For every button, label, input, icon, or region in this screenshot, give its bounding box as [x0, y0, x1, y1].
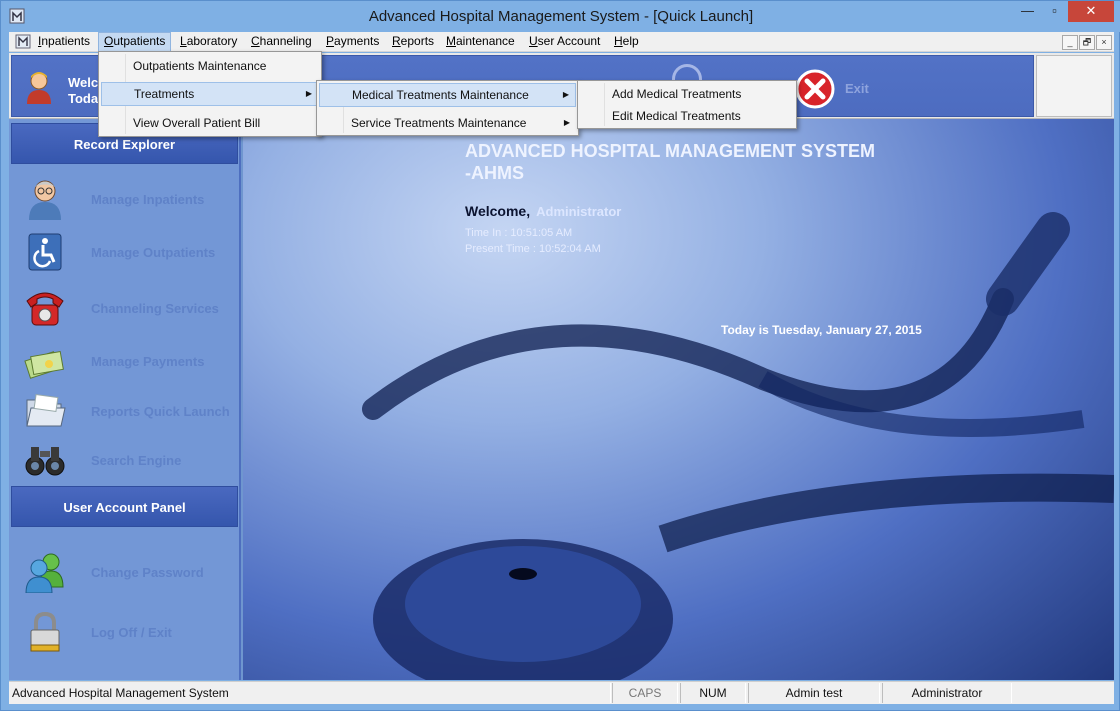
- sidebar-item-log-off-exit[interactable]: Log Off / Exit: [19, 607, 239, 657]
- outpatients-menu: Outpatients Maintenance Treatments ▶ View…: [98, 51, 322, 137]
- maximize-button[interactable]: ▫: [1041, 1, 1068, 22]
- sidebar: Record Explorer Manage Inpatients Manage…: [9, 119, 241, 680]
- binoculars-icon: [25, 447, 65, 476]
- welcome-username: Administrator: [536, 204, 622, 219]
- status-caps: CAPS: [612, 683, 678, 703]
- mdi-child-icon[interactable]: [15, 34, 31, 49]
- welcome-line: Welcome, Administrator: [465, 203, 621, 219]
- system-title: ADVANCED HOSPITAL MANAGEMENT SYSTEM -AHM…: [465, 141, 876, 183]
- sidebar-label: Channeling Services: [91, 301, 219, 316]
- status-num: NUM: [680, 683, 746, 703]
- today-date: Today is Tuesday, January 27, 2015: [721, 323, 922, 337]
- sidebar-item-search-engine[interactable]: Search Engine: [19, 435, 239, 485]
- submenu-arrow-icon: ▶: [563, 118, 570, 127]
- title-bar[interactable]: Advanced Hospital Management System - [Q…: [1, 1, 1120, 32]
- time-in: Time In : 10:51:05 AM: [465, 227, 573, 239]
- status-role: Administrator: [882, 683, 1012, 703]
- sidebar-label: Change Password: [91, 565, 204, 580]
- users-icon: [25, 553, 64, 593]
- minimize-button[interactable]: —: [1014, 1, 1041, 22]
- sidebar-label: Log Off / Exit: [91, 625, 172, 640]
- menu-payments[interactable]: Payments: [321, 32, 384, 52]
- padlock-icon: [30, 611, 60, 652]
- header-right-panel: [1036, 55, 1112, 117]
- menu-channeling[interactable]: Channeling: [246, 32, 317, 52]
- menu-bar: Inpatients Outpatients Laboratory Channe…: [9, 32, 1114, 52]
- close-button[interactable]: ✕: [1068, 1, 1114, 22]
- sidebar-label: Search Engine: [91, 453, 182, 468]
- sidebar-item-manage-payments[interactable]: Manage Payments: [19, 336, 239, 386]
- app-window: Advanced Hospital Management System - [Q…: [0, 0, 1120, 711]
- menu-item-add-medical-treatments[interactable]: Add Medical Treatments: [580, 82, 794, 106]
- menu-item-view-overall-patient-bill[interactable]: View Overall Patient Bill: [101, 111, 319, 135]
- sidebar-label: Manage Payments: [91, 354, 205, 369]
- menu-laboratory[interactable]: Laboratory: [175, 32, 242, 52]
- menu-help[interactable]: Help: [609, 32, 644, 52]
- main-content: ADVANCED HOSPITAL MANAGEMENT SYSTEM -AHM…: [243, 119, 1114, 680]
- sidebar-item-manage-outpatients[interactable]: Manage Outpatients: [19, 227, 239, 277]
- user-avatar-icon: [27, 72, 51, 104]
- exit-icon[interactable]: [795, 69, 835, 109]
- status-bar: Advanced Hospital Management System CAPS…: [9, 681, 1114, 704]
- sidebar-item-manage-inpatients[interactable]: Manage Inpatients: [19, 174, 239, 224]
- window-title: Advanced Hospital Management System - [Q…: [368, 8, 754, 25]
- menu-item-service-treatments-maintenance[interactable]: Service Treatments Maintenance ▶: [319, 111, 576, 135]
- menu-reports[interactable]: Reports: [387, 32, 439, 52]
- menu-outpatients[interactable]: Outpatients: [98, 32, 172, 52]
- welcome-label: Welcome,: [465, 203, 531, 219]
- sidebar-item-reports-quick-launch[interactable]: Reports Quick Launch: [19, 386, 239, 436]
- menu-inpatients[interactable]: Inpatients: [33, 32, 95, 52]
- money-icon: [24, 350, 64, 379]
- menu-item-edit-medical-treatments[interactable]: Edit Medical Treatments: [580, 104, 794, 128]
- user-account-panel-heading: User Account Panel: [11, 486, 238, 527]
- menu-item-medical-treatments-maintenance[interactable]: Medical Treatments Maintenance ▶: [319, 83, 576, 107]
- sidebar-label: Manage Outpatients: [91, 245, 216, 260]
- menu-item-outpatients-maintenance[interactable]: Outpatients Maintenance: [101, 54, 319, 78]
- folder-icon: [26, 393, 66, 427]
- submenu-arrow-icon: ▶: [562, 90, 569, 99]
- mdi-controls: _ 🗗 ×: [1061, 34, 1112, 50]
- sidebar-label: Reports Quick Launch: [91, 404, 230, 419]
- menu-item-treatments[interactable]: Treatments ▶: [101, 82, 319, 106]
- status-user: Admin test: [748, 683, 880, 703]
- mdi-close-button[interactable]: ×: [1096, 35, 1112, 50]
- mdi-restore-button[interactable]: 🗗: [1079, 35, 1095, 50]
- menu-user-account[interactable]: User Account: [524, 32, 605, 52]
- medical-treatments-submenu: Add Medical Treatments Edit Medical Trea…: [577, 80, 797, 129]
- mdi-minimize-button[interactable]: _: [1062, 35, 1078, 50]
- present-time: Present Time : 10:52:04 AM: [465, 243, 601, 255]
- sidebar-item-channeling-services[interactable]: Channeling Services: [19, 283, 239, 333]
- telephone-icon: [26, 292, 64, 326]
- status-app-name: Advanced Hospital Management System: [9, 683, 611, 703]
- submenu-arrow-icon: ▶: [305, 89, 312, 98]
- menu-maintenance[interactable]: Maintenance: [441, 32, 520, 52]
- sidebar-item-change-password[interactable]: Change Password: [19, 547, 239, 597]
- exit-label[interactable]: Exit: [845, 81, 869, 96]
- mdi-client-area: Welco Toda Exit Record Explorer Manage I…: [9, 53, 1114, 680]
- stethoscope-background: [362, 212, 1114, 680]
- sidebar-label: Manage Inpatients: [91, 192, 205, 207]
- wheelchair-icon: [28, 233, 62, 271]
- treatments-submenu: Medical Treatments Maintenance ▶ Service …: [316, 80, 579, 136]
- inpatient-nurse-icon: [29, 180, 61, 220]
